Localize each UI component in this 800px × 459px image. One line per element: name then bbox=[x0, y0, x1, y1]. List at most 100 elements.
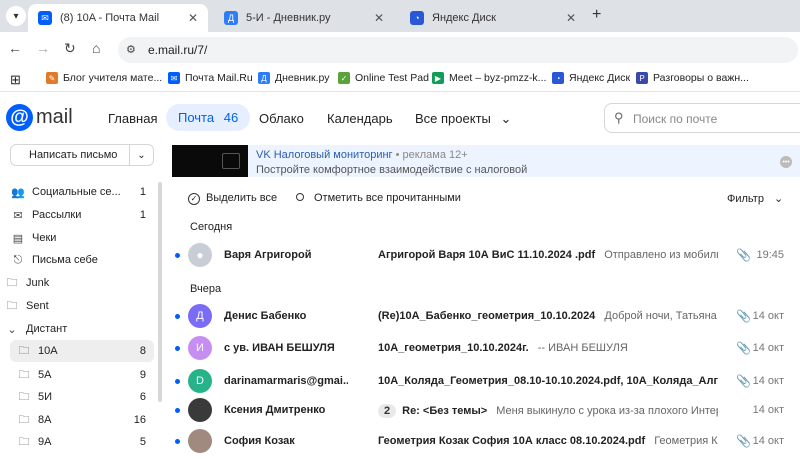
folder-icon: 🗀 bbox=[18, 413, 30, 426]
select-all-label: Выделить все bbox=[206, 192, 278, 204]
receipt-icon: ▤ bbox=[12, 232, 24, 245]
forward-icon[interactable]: → bbox=[36, 40, 50, 56]
nav-all-projects-label: Все проекты bbox=[415, 111, 491, 126]
sidebar-item-label: 5А bbox=[38, 369, 52, 381]
bookmark-yadisk[interactable]: ◔ Яндекс Диск bbox=[552, 72, 630, 84]
tab-dnevnik[interactable]: Д 5-И - Дневник.ру ✕ bbox=[214, 4, 394, 32]
sidebar-item-newsletters[interactable]: ✉ Рассылки 1 bbox=[10, 204, 154, 226]
nav-home[interactable]: Главная bbox=[108, 111, 157, 126]
tab-yadisk[interactable]: ◔ Яндекс Диск ✕ bbox=[400, 4, 586, 32]
close-icon[interactable]: ✕ bbox=[374, 11, 384, 25]
sidebar-item-10a[interactable]: 🗀 10А 8 bbox=[10, 340, 154, 362]
select-all-button[interactable]: ✓ Выделить все bbox=[188, 192, 277, 205]
filter-label: Фильтр bbox=[727, 193, 764, 205]
email-row[interactable]: ● Варя Агригорой Агригорой Варя 10А ВиС … bbox=[172, 240, 800, 270]
bookmark-razgovory[interactable]: P Разговоры о важн... bbox=[636, 72, 749, 84]
sidebar-item-receipts[interactable]: ▤ Чеки bbox=[10, 227, 154, 249]
paperclip-icon[interactable]: 📎 bbox=[736, 248, 751, 262]
compose-label: Написать письмо bbox=[29, 149, 118, 161]
home-icon[interactable]: ⌂ bbox=[92, 40, 100, 56]
email-subject-line: Агригорой Варя 10А ВиС 11.10.2024 .pdf О… bbox=[378, 249, 718, 261]
compose-button[interactable]: Написать письмо ⌄ bbox=[10, 144, 154, 166]
sidebar-item-junk[interactable]: 🗀 Junk bbox=[4, 272, 148, 294]
chevron-down-icon[interactable]: ⌄ bbox=[4, 323, 20, 336]
sidebar-scrollbar[interactable] bbox=[158, 182, 162, 402]
unread-dot[interactable] bbox=[175, 408, 180, 413]
nav-mail[interactable]: Почта 46 bbox=[166, 104, 251, 131]
folder-icon: 🗀 bbox=[18, 390, 30, 403]
bookmark-dnevnik[interactable]: Д Дневник.ру bbox=[258, 72, 329, 84]
at-logo-icon: @ bbox=[6, 104, 33, 131]
email-row[interactable]: И с ув. ИВАН БЕШУЛЯ 10А_геометрия_10.10.… bbox=[172, 333, 800, 363]
nav-mail-label: Почта bbox=[178, 110, 215, 125]
unread-dot[interactable] bbox=[175, 439, 180, 444]
bookmark-testpad[interactable]: ✓ Online Test Pad bbox=[338, 72, 429, 84]
filter-button[interactable]: Фильтр ⌄ bbox=[727, 192, 783, 205]
sidebar-item-count: 1 bbox=[139, 186, 146, 198]
sidebar-item-social[interactable]: 👥 Социальные се... 1 bbox=[10, 181, 154, 203]
chevron-down-icon[interactable]: ⌄ bbox=[129, 145, 153, 165]
rv-icon: P bbox=[636, 72, 648, 84]
bookmark-meet[interactable]: ▶ Meet – byz-pmzz-k... bbox=[432, 72, 546, 84]
email-preview: Отправлено из мобильной Почты Mail bbox=[604, 249, 718, 261]
close-icon[interactable]: ✕ bbox=[566, 11, 576, 25]
sidebar-item-label: Sent bbox=[26, 300, 49, 312]
sidebar-item-self-mail[interactable]: ⎋ Письма себе bbox=[10, 249, 154, 271]
folder-icon: 🗀 bbox=[6, 299, 18, 312]
new-tab-icon[interactable]: + bbox=[592, 6, 601, 24]
bookmark-mail[interactable]: ✉ Почта Mail.Ru bbox=[168, 72, 253, 84]
email-row[interactable]: Ксения Дмитренко 2 Re: <Без темы> Меня вы… bbox=[172, 395, 800, 425]
tab-search-chevron-icon[interactable]: ▾ bbox=[6, 6, 26, 26]
bookmark-blog[interactable]: ✎ Блог учителя мате... bbox=[46, 72, 162, 84]
nav-calendar[interactable]: Календарь bbox=[327, 111, 393, 126]
search-input[interactable]: ⚲ Поиск по почте bbox=[604, 103, 800, 133]
email-subject: Геометрия Козак София 10А класс 08.10.20… bbox=[378, 435, 646, 447]
sidebar-item-label: 10А bbox=[38, 345, 58, 357]
mark-all-read-button[interactable]: Отметить все прочитанными bbox=[296, 192, 461, 204]
newsletter-icon: ✉ bbox=[13, 209, 23, 222]
avatar bbox=[188, 429, 212, 453]
nav-all-projects[interactable]: Все проекты ⌄ bbox=[415, 111, 511, 127]
dnevnik-icon: Д bbox=[258, 72, 270, 84]
email-subject: (Re)10А_Бабенко_геометрия_10.10.2024 bbox=[378, 310, 596, 322]
sidebar-item-9a[interactable]: 🗀 9А 5 bbox=[10, 431, 154, 453]
sidebar-item-5i[interactable]: 🗀 5И 6 bbox=[10, 386, 154, 408]
email-row[interactable]: София Козак Геометрия Козак София 10А кл… bbox=[172, 426, 800, 456]
sidebar-item-sent[interactable]: 🗀 Sent bbox=[4, 295, 148, 317]
folder-icon: 🗀 bbox=[18, 344, 30, 357]
thread-count-badge: 2 bbox=[378, 404, 397, 418]
unread-dot[interactable] bbox=[175, 379, 180, 384]
email-row[interactable]: Д Денис Бабенко (Re)10А_Бабенко_геометри… bbox=[172, 301, 800, 331]
paperclip-icon[interactable]: 📎 bbox=[736, 341, 751, 355]
ad-banner[interactable]: VK Налоговый мониторинг • реклама 12+ По… bbox=[172, 145, 800, 177]
sidebar-item-label: 9А bbox=[38, 436, 52, 448]
sidebar-item-count: 1 bbox=[139, 209, 146, 221]
paperclip-icon[interactable]: 📎 bbox=[736, 434, 751, 448]
email-row[interactable]: D darinamarmaris@gmai... 10А_Коляда_Геом… bbox=[172, 366, 800, 396]
unread-dot[interactable] bbox=[175, 253, 180, 258]
mail-logo[interactable]: @ mail bbox=[6, 104, 73, 131]
reload-icon[interactable]: ↻ bbox=[64, 40, 76, 57]
site-settings-icon[interactable]: ⚙ bbox=[126, 43, 136, 56]
dnevnik-icon: Д bbox=[224, 11, 238, 25]
tab-mail[interactable]: ✉ (8) 10A - Почта Mail ✕ bbox=[28, 4, 208, 32]
close-icon[interactable]: ✕ bbox=[188, 11, 198, 25]
url-text: e.mail.ru/7/ bbox=[148, 43, 208, 57]
back-icon[interactable]: ← bbox=[8, 40, 22, 56]
email-date: 19:45 bbox=[756, 249, 784, 261]
more-icon[interactable]: ••• bbox=[780, 156, 792, 168]
paperclip-icon[interactable]: 📎 bbox=[736, 309, 751, 323]
apps-grid-icon[interactable]: ⊞ bbox=[10, 72, 21, 88]
paperclip-icon[interactable]: 📎 bbox=[736, 374, 751, 388]
sidebar-item-distant[interactable]: ⌄ Дистант bbox=[4, 318, 148, 340]
bookmark-label: Почта Mail.Ru bbox=[185, 72, 253, 84]
sidebar-item-5a[interactable]: 🗀 5А 9 bbox=[10, 364, 154, 386]
sidebar-item-8a[interactable]: 🗀 8А 16 bbox=[10, 409, 154, 431]
unread-dot[interactable] bbox=[175, 346, 180, 351]
omnibox[interactable]: ⚙ e.mail.ru/7/ bbox=[118, 37, 798, 63]
chevron-down-icon: ⌄ bbox=[500, 111, 512, 126]
unread-dot[interactable] bbox=[175, 314, 180, 319]
avatar: И bbox=[188, 336, 212, 360]
email-from: Ксения Дмитренко bbox=[224, 404, 326, 416]
nav-cloud[interactable]: Облако bbox=[259, 111, 304, 126]
